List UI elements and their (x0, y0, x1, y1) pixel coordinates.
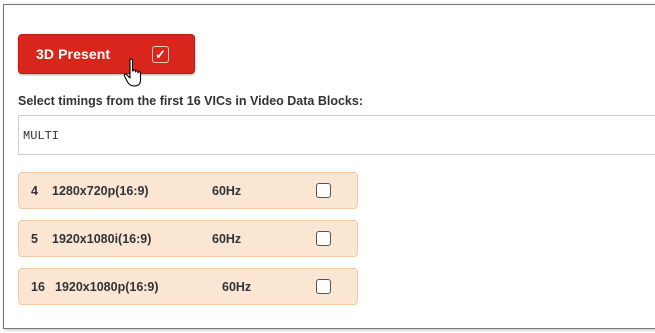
vic-number: 5 (31, 232, 38, 246)
vic-resolution: 1920x1080i(16:9) (52, 232, 152, 246)
vic-row-16[interactable]: 16 1920x1080p(16:9) 60Hz (18, 268, 358, 305)
3d-present-label: 3D Present (36, 46, 111, 62)
vic-refresh-rate: 60Hz (212, 232, 242, 246)
vic-selection-field[interactable]: MULTI (18, 115, 655, 155)
3d-present-button[interactable]: 3D Present ✓ (18, 34, 195, 74)
vic-number: 16 (31, 280, 45, 294)
vic-checkbox[interactable] (316, 231, 331, 246)
vic-row-4[interactable]: 4 1280x720p(16:9) 60Hz (18, 172, 358, 209)
vic-refresh-rate: 60Hz (222, 280, 252, 294)
vic-checkbox[interactable] (316, 183, 331, 198)
instruction-text: Select timings from the first 16 VICs in… (18, 94, 364, 108)
vic-resolution: 1280x720p(16:9) (52, 184, 149, 198)
vic-row-5[interactable]: 5 1920x1080i(16:9) 60Hz (18, 220, 358, 257)
hand-pointer-icon (123, 58, 142, 87)
vic-resolution: 1920x1080p(16:9) (55, 280, 159, 294)
vic-refresh-rate: 60Hz (212, 184, 242, 198)
vic-number: 4 (31, 184, 38, 198)
3d-present-checkbox[interactable]: ✓ (152, 46, 169, 63)
vic-checkbox[interactable] (316, 279, 331, 294)
